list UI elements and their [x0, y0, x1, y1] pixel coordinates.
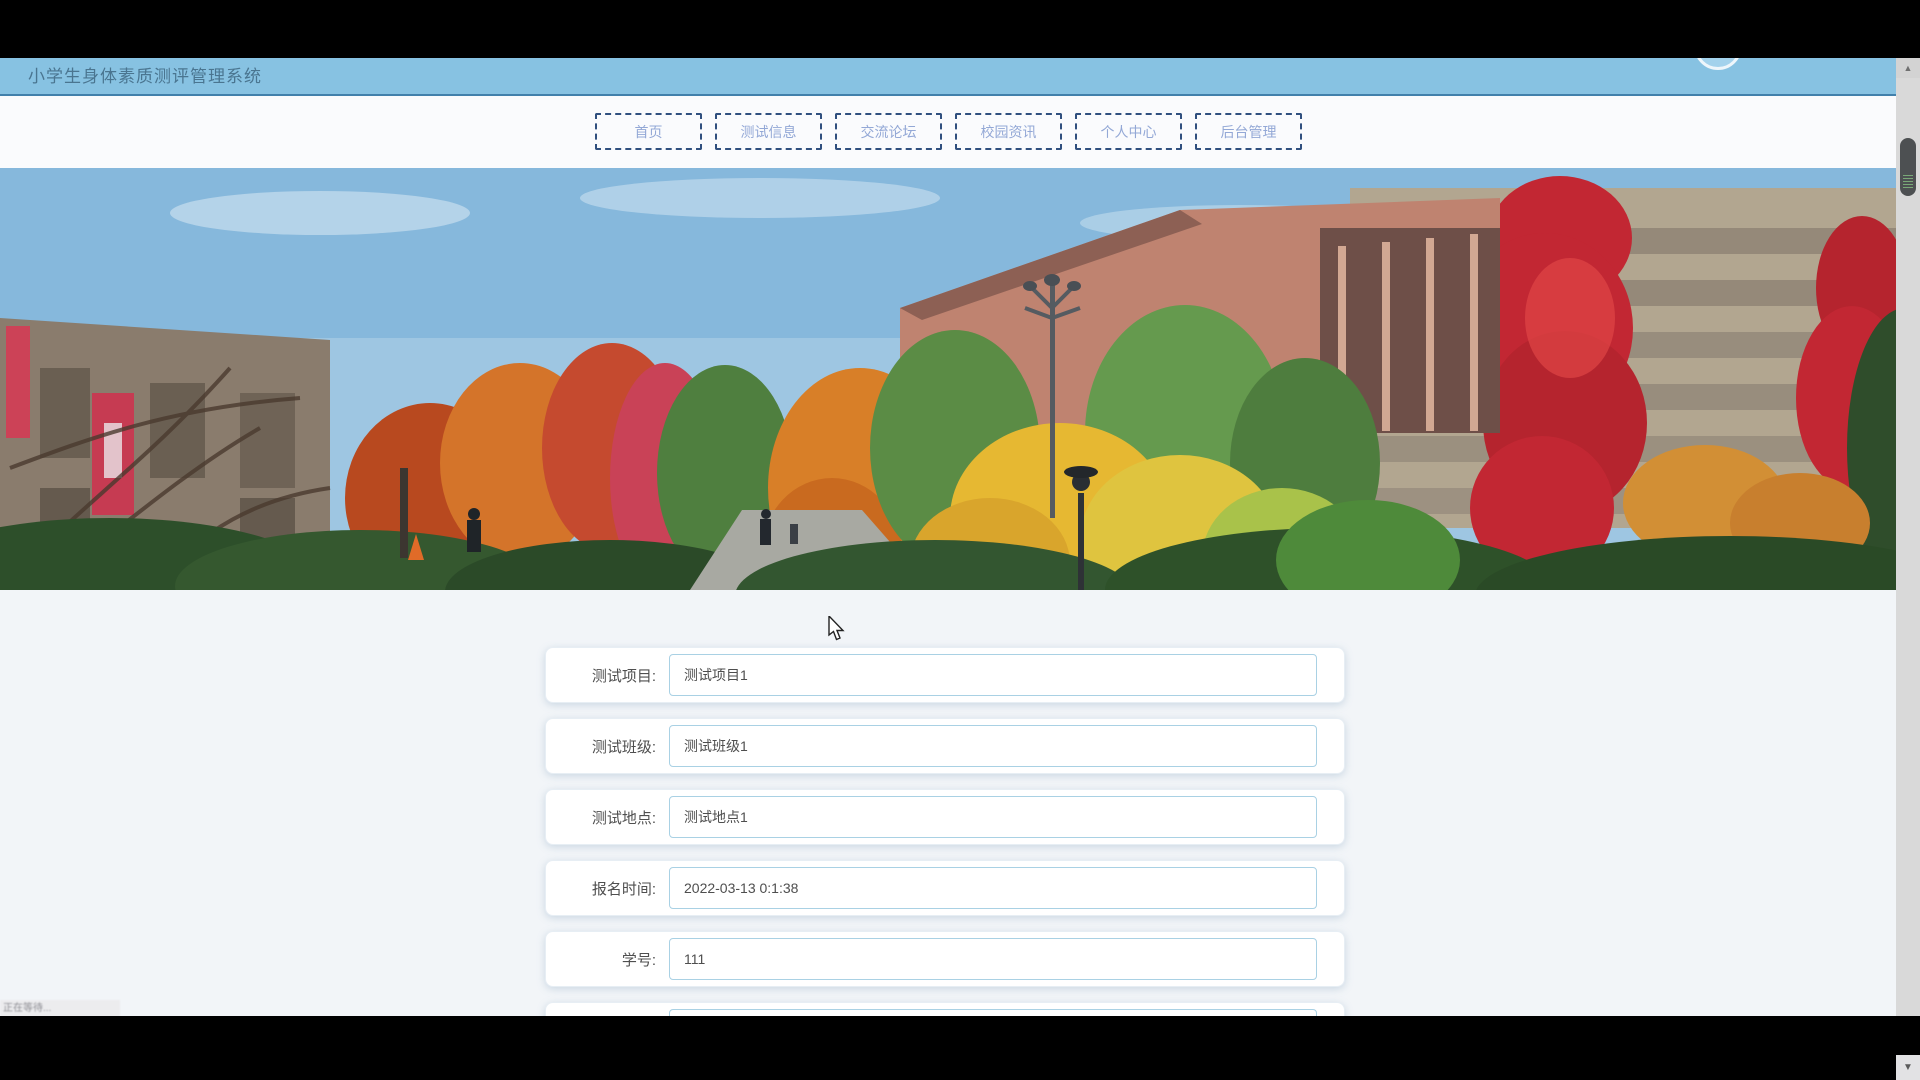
- field-label: 学号:: [546, 949, 656, 970]
- test-class-input[interactable]: [669, 725, 1317, 767]
- app-header: 小学生身体素质测评管理系统: [0, 58, 1920, 96]
- signup-time-input[interactable]: [669, 867, 1317, 909]
- nav-item-test-info[interactable]: 测试信息: [715, 113, 822, 150]
- app-title: 小学生身体素质测评管理系统: [28, 58, 262, 96]
- nav-item-campus-news[interactable]: 校园资讯: [955, 113, 1062, 150]
- field-label: 测试地点:: [546, 807, 656, 828]
- nav-item-admin[interactable]: 后台管理: [1195, 113, 1302, 150]
- nav-strip: 首页 测试信息 交流论坛 校园资讯 个人中心 后台管理: [0, 96, 1920, 168]
- scroll-down-icon[interactable]: ▼: [1896, 1055, 1920, 1080]
- browser-viewport: 小学生身体素质测评管理系统 首页 测试信息 交流论坛 校园资讯 个人中心 后台管…: [0, 0, 1920, 1080]
- test-location-input[interactable]: [669, 796, 1317, 838]
- field-label: 报名时间:: [546, 878, 656, 899]
- nav-item-forum[interactable]: 交流论坛: [835, 113, 942, 150]
- student-id-input[interactable]: [669, 938, 1317, 980]
- test-project-input[interactable]: [669, 654, 1317, 696]
- letterbox-top: [0, 0, 1920, 58]
- campus-photo: [0, 168, 1920, 590]
- letterbox-bottom: [0, 1016, 1920, 1080]
- field-label: 测试班级:: [546, 736, 656, 757]
- form-row-location: 测试地点:: [545, 789, 1345, 845]
- mouse-cursor: [828, 616, 848, 647]
- browser-status-text: 正在等待...: [0, 1000, 120, 1017]
- field-label: 测试项目:: [546, 665, 656, 686]
- scroll-up-icon[interactable]: ▲: [1896, 58, 1920, 78]
- scrollbar-thumb[interactable]: [1900, 138, 1916, 196]
- main-nav: 首页 测试信息 交流论坛 校园资讯 个人中心 后台管理: [595, 113, 1302, 150]
- form-row-signup-time: 报名时间:: [545, 860, 1345, 916]
- nav-item-home[interactable]: 首页: [595, 113, 702, 150]
- test-detail-form: 测试项目: 测试班级: 测试地点: 报名时间: 学号:: [545, 647, 1345, 1073]
- form-row-project: 测试项目:: [545, 647, 1345, 703]
- form-row-student-id: 学号:: [545, 931, 1345, 987]
- scrollbar-track[interactable]: ▲: [1896, 58, 1920, 1080]
- nav-item-personal-center[interactable]: 个人中心: [1075, 113, 1182, 150]
- carousel-banner: [0, 168, 1920, 590]
- form-row-class: 测试班级:: [545, 718, 1345, 774]
